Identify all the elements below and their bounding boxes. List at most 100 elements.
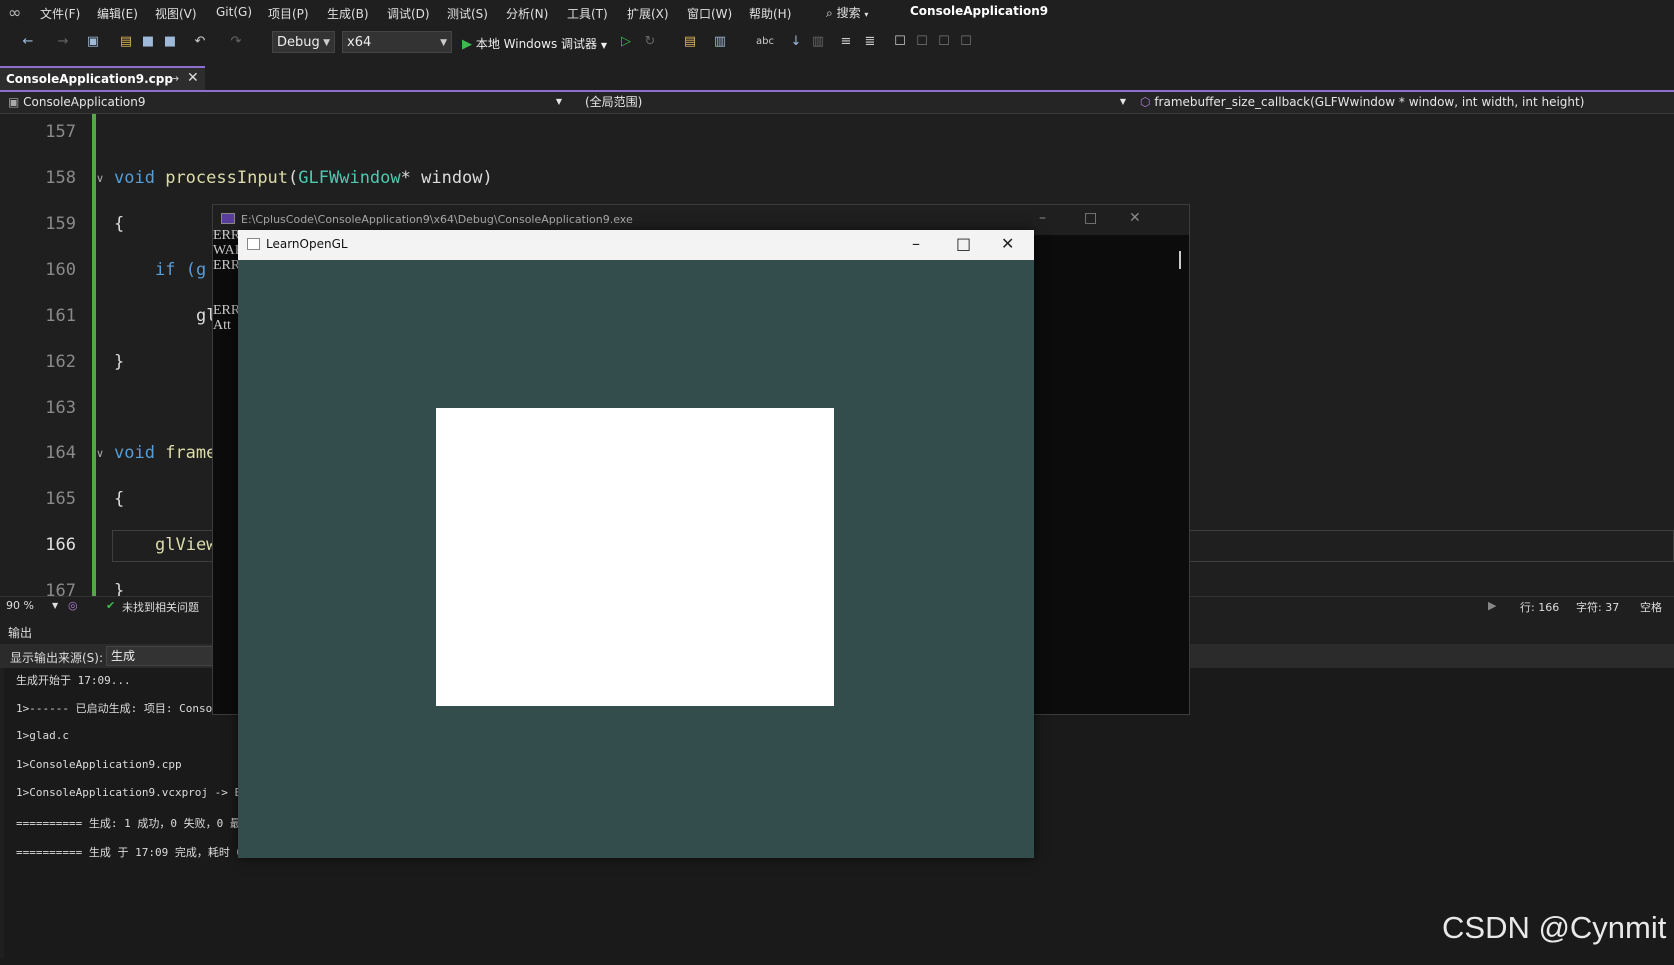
learnopengl-title-bar[interactable]: LearnOpenGL – □ ✕: [238, 230, 1034, 260]
menu-extensions[interactable]: 扩展(X): [627, 5, 669, 22]
play-icon: ▶: [462, 37, 472, 52]
back-icon[interactable]: ←: [20, 34, 36, 50]
console-line: Att: [213, 318, 231, 333]
watermark: CSDN @Cynmit: [1442, 910, 1667, 945]
member-dropdown[interactable]: ⬡ framebuffer_size_callback(GLFWwindow *…: [1140, 92, 1674, 113]
line-number: 159: [45, 214, 76, 234]
line-number: 162: [45, 352, 76, 372]
layout-icon[interactable]: ▥: [712, 34, 728, 50]
menu-git[interactable]: Git(G): [216, 5, 252, 19]
hot-reload-icon[interactable]: ↻: [642, 34, 658, 50]
configuration-dropdown[interactable]: Debug ▼: [272, 31, 335, 53]
output-line: 1>------ 已启动生成: 项目: Consol: [16, 702, 219, 715]
learnopengl-window[interactable]: LearnOpenGL – □ ✕: [238, 230, 1034, 858]
minimize-icon[interactable]: –: [1039, 210, 1046, 226]
console-title: E:\CplusCode\ConsoleApplication9\x64\Deb…: [241, 213, 633, 226]
navigation-bar: ▣ ConsoleApplication9 ▼ (全局范围) ▼ ⬡ frame…: [0, 92, 1674, 114]
pin-icon[interactable]: →: [170, 72, 179, 85]
menu-analyze[interactable]: 分析(N): [506, 5, 548, 22]
tab-consoleapplication9-cpp[interactable]: ConsoleApplication9.cpp → ✕: [0, 66, 205, 90]
maximize-icon[interactable]: □: [1084, 210, 1097, 226]
change-tracking-bar: [92, 114, 96, 596]
menu-edit[interactable]: 编辑(E): [97, 5, 138, 22]
spell-check-icon[interactable]: abc: [756, 34, 774, 50]
new-project-icon[interactable]: ▣: [85, 34, 101, 50]
menu-debug[interactable]: 调试(D): [387, 5, 430, 22]
comment-icon[interactable]: ≡: [838, 34, 854, 50]
step-icon[interactable]: ↓: [788, 34, 804, 50]
window-app-icon: [247, 238, 260, 250]
whitespace-indicator[interactable]: 空格: [1640, 599, 1662, 615]
output-line: ========== 生成: 1 成功，0 失败，0 最: [16, 817, 241, 830]
maximize-icon[interactable]: □: [956, 234, 971, 253]
close-icon[interactable]: ✕: [1001, 234, 1014, 253]
solution-explorer-icon[interactable]: ▤: [682, 34, 698, 50]
uncomment-icon[interactable]: ≣: [862, 34, 878, 50]
menu-bar: ∞ 文件(F) 编辑(E) 视图(V) Git(G) 项目(P) 生成(B) 调…: [0, 0, 1674, 26]
clear-bookmarks-icon[interactable]: ☐: [958, 34, 974, 50]
configuration-value: Debug: [277, 35, 320, 50]
step-over-icon[interactable]: ▥: [810, 34, 826, 50]
function-icon: ⬡: [1140, 95, 1151, 109]
console-scrollbar[interactable]: [1179, 251, 1181, 269]
forward-icon[interactable]: →: [55, 34, 71, 50]
chevron-down-icon: ▼: [555, 97, 562, 106]
solution-title: ConsoleApplication9: [910, 4, 1049, 18]
line-number: 164: [45, 443, 76, 463]
search-icon: ⌕: [826, 6, 833, 20]
output-panel-title: 输出: [8, 626, 33, 640]
output-line: ========== 生成 于 17:09 完成，耗时 0: [16, 846, 244, 859]
code-line: {: [114, 489, 125, 509]
code-line: {: [114, 214, 125, 234]
platform-dropdown[interactable]: x64 ▼: [342, 31, 452, 53]
code-line: }: [114, 352, 125, 372]
visual-studio-logo-icon: ∞: [8, 3, 22, 22]
redo-icon[interactable]: ↷: [228, 34, 244, 50]
close-icon[interactable]: ✕: [187, 70, 199, 86]
issues-status[interactable]: 未找到相关问题: [122, 599, 199, 615]
line-number: 167: [45, 581, 76, 596]
code-line: }: [114, 581, 125, 596]
scroll-right-icon[interactable]: ▶: [1488, 599, 1496, 612]
next-bookmark-icon[interactable]: ☐: [936, 34, 952, 50]
zoom-dropdown[interactable]: 90 %: [6, 599, 34, 612]
chevron-down-icon: ▼: [1119, 97, 1126, 106]
menu-test[interactable]: 测试(S): [447, 5, 488, 22]
menu-project[interactable]: 项目(P): [268, 5, 309, 22]
search-box[interactable]: ⌕ 搜索 ▾: [826, 4, 868, 21]
save-icon[interactable]: ■: [140, 34, 156, 50]
start-without-debugging-icon[interactable]: ▷: [618, 34, 634, 50]
platform-value: x64: [347, 35, 372, 50]
copilot-icon[interactable]: ◎: [68, 599, 78, 612]
save-all-icon[interactable]: ■: [162, 34, 178, 50]
menu-view[interactable]: 视图(V): [155, 5, 197, 22]
chevron-down-icon: ▾: [864, 10, 869, 19]
chevron-down-icon: ▼: [440, 38, 447, 48]
check-circle-icon: ✔: [106, 599, 116, 612]
line-number: 165: [45, 489, 76, 509]
code-line: void frame: [114, 443, 217, 463]
scope-value: (全局范围): [585, 95, 643, 109]
start-debugging-button[interactable]: ▶ 本地 Windows 调试器 ▼: [462, 35, 607, 52]
output-line: 1>ConsoleApplication9.cpp: [16, 758, 182, 771]
close-icon[interactable]: ✕: [1129, 210, 1141, 226]
scope-dropdown[interactable]: (全局范围) ▼: [585, 92, 1130, 113]
menu-tools[interactable]: 工具(T): [567, 5, 608, 22]
menu-build[interactable]: 生成(B): [327, 5, 369, 22]
fold-chevron-icon[interactable]: ∨: [96, 172, 104, 185]
menu-file[interactable]: 文件(F): [40, 5, 80, 22]
console-line: ERR: [213, 258, 241, 273]
char-indicator[interactable]: 字符: 37: [1576, 599, 1619, 615]
project-dropdown[interactable]: ▣ ConsoleApplication9 ▼: [8, 92, 566, 113]
line-number: 158: [45, 168, 76, 188]
line-indicator[interactable]: 行: 166: [1520, 599, 1559, 615]
previous-bookmark-icon[interactable]: ☐: [914, 34, 930, 50]
minimize-icon[interactable]: –: [912, 234, 920, 253]
undo-icon[interactable]: ↶: [192, 34, 208, 50]
menu-window[interactable]: 窗口(W): [687, 5, 732, 22]
open-folder-icon[interactable]: ▤: [118, 34, 134, 50]
bookmark-icon[interactable]: ☐: [892, 34, 908, 50]
toolbar: ← → ▣ ▤ ■ ■ ↶ ↷ Debug ▼ x64 ▼ ▶ 本地 Windo…: [0, 27, 1674, 59]
menu-help[interactable]: 帮助(H): [749, 5, 791, 22]
fold-chevron-icon[interactable]: ∨: [96, 447, 104, 460]
